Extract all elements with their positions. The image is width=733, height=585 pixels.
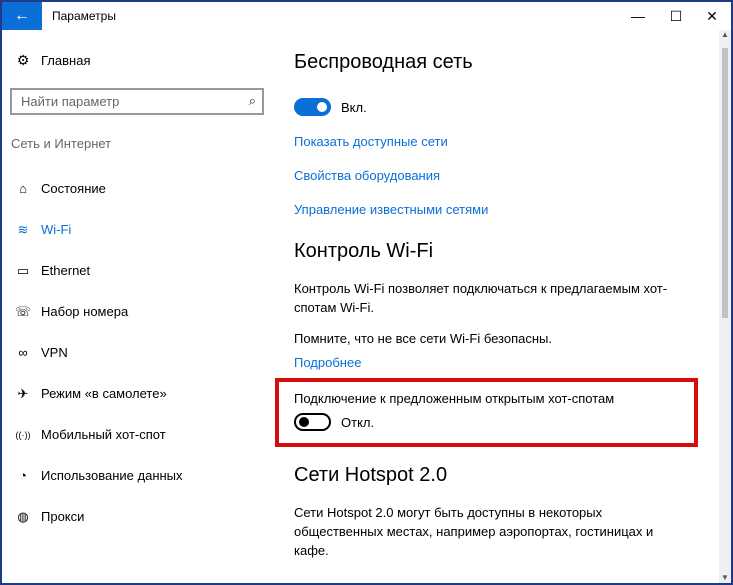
hotspot2-description-line-3: кафе. — [294, 543, 329, 558]
main-content: Беспроводная сеть Вкл. Показать доступны… — [294, 30, 719, 583]
hotspot2-description-line-2: общественных местах, например аэропортах… — [294, 524, 654, 539]
search-input[interactable] — [21, 94, 231, 109]
hotspot2-heading: Сети Hotspot 2.0 — [294, 464, 448, 486]
hotspot-icon: ((·)) — [15, 429, 31, 440]
sidebar-item-label: Состояние — [41, 181, 106, 196]
sidebar-item-label: Набор номера — [41, 304, 129, 319]
sidebar-item-label: Использование данных — [41, 468, 183, 483]
dialup-icon: ☏ — [14, 303, 32, 319]
wifi-icon: ≋ — [17, 221, 29, 237]
wifi-sense-warning: Помните, что не все сети Wi-Fi безопасны… — [294, 331, 553, 346]
section-label: Сеть и Интернет — [11, 136, 112, 151]
sidebar-item-label: Режим «в самолете» — [41, 386, 167, 401]
sidebar-item-label: Wi-Fi — [41, 222, 72, 237]
wireless-toggle[interactable] — [294, 98, 331, 116]
sidebar-item-airplane-mode[interactable]: ✈ Режим «в самолете» — [2, 373, 277, 414]
sidebar-item-proxy[interactable]: ◍ Прокси — [2, 496, 277, 537]
title-bar: ← Параметры — ☐ ✕ — [2, 2, 731, 30]
sidebar-item-wifi[interactable]: ≋ Wi-Fi — [2, 209, 277, 250]
sidebar-item-label: Ethernet — [41, 263, 91, 278]
search-box[interactable]: ⌕ — [10, 88, 264, 115]
sidebar-item-label: Мобильный хот-спот — [41, 427, 166, 442]
scrollbar[interactable]: ▲ ▼ — [719, 30, 731, 583]
airplane-icon: ✈ — [17, 385, 29, 401]
wifi-sense-description: Контроль Wi-Fi позволяет подключаться к … — [294, 279, 674, 317]
wireless-toggle-row: Вкл. — [294, 98, 367, 116]
scroll-down-icon[interactable]: ▼ — [719, 573, 731, 583]
sidebar-item-mobile-hotspot[interactable]: ((·)) Мобильный хот-спот — [2, 414, 277, 455]
sidebar-item-label: Прокси — [41, 509, 85, 524]
wifi-sense-heading: Контроль Wi-Fi — [294, 240, 434, 262]
minimize-icon: — — [631, 8, 645, 24]
vpn-icon: ∞ — [18, 345, 28, 360]
sidebar-home-label: Главная — [41, 53, 91, 68]
learn-more-link[interactable]: Подробнее — [294, 355, 361, 370]
window-title: Параметры — [52, 9, 116, 23]
hotspot2-description: Сети Hotspot 2.0 могут быть доступны в н… — [294, 503, 674, 560]
wireless-toggle-label: Вкл. — [341, 99, 367, 115]
sidebar-item-ethernet[interactable]: ▭ Ethernet — [2, 250, 277, 291]
maximize-button[interactable]: ☐ — [658, 2, 694, 30]
highlight-box — [275, 378, 698, 447]
search-icon[interactable]: ⌕ — [249, 93, 256, 109]
wireless-heading: Беспроводная сеть — [294, 51, 473, 73]
gear-icon: ⚙ — [16, 52, 30, 68]
maximize-icon: ☐ — [669, 7, 683, 24]
sidebar-item-data-usage[interactable]: ◔ Использование данных — [2, 455, 277, 496]
sidebar-item-label: VPN — [41, 345, 68, 360]
sidebar-item-status[interactable]: ⌂ Состояние — [2, 168, 277, 209]
scrollbar-thumb[interactable] — [722, 48, 728, 318]
ethernet-icon: ▭ — [16, 262, 30, 278]
show-networks-link[interactable]: Показать доступные сети — [294, 134, 448, 149]
settings-window: ← Параметры — ☐ ✕ ⚙ Главная ⌕ Сеть и Инт… — [0, 0, 733, 585]
hotspot2-description-line-1: Сети Hotspot 2.0 могут быть доступны в н… — [294, 505, 603, 520]
close-icon: ✕ — [706, 7, 718, 24]
home-icon: ⌂ — [19, 181, 27, 196]
back-arrow-icon: ← — [14, 7, 30, 24]
manage-known-networks-link[interactable]: Управление известными сетями — [294, 202, 488, 217]
sidebar-nav: ⌂ Состояние ≋ Wi-Fi ▭ Ethernet ☏ Набор н… — [2, 168, 277, 537]
back-button[interactable]: ← — [2, 2, 42, 30]
globe-icon: ◍ — [17, 508, 29, 524]
close-button[interactable]: ✕ — [694, 2, 730, 30]
sidebar-item-dialup[interactable]: ☏ Набор номера — [2, 291, 277, 332]
sidebar-item-vpn[interactable]: ∞ VPN — [2, 332, 277, 373]
scroll-up-icon[interactable]: ▲ — [719, 30, 731, 42]
minimize-button[interactable]: — — [620, 2, 656, 30]
sidebar-home[interactable]: ⚙ Главная — [14, 52, 91, 69]
wifi-sense-description-line-2: спотам Wi-Fi. — [294, 300, 374, 315]
wifi-sense-description-line-1: Контроль Wi-Fi позволяет подключаться к … — [294, 281, 668, 296]
sidebar: ⚙ Главная ⌕ Сеть и Интернет ⌂ Состояние … — [2, 30, 277, 583]
data-usage-icon: ◔ — [19, 468, 27, 483]
hardware-properties-link[interactable]: Свойства оборудования — [294, 168, 440, 183]
